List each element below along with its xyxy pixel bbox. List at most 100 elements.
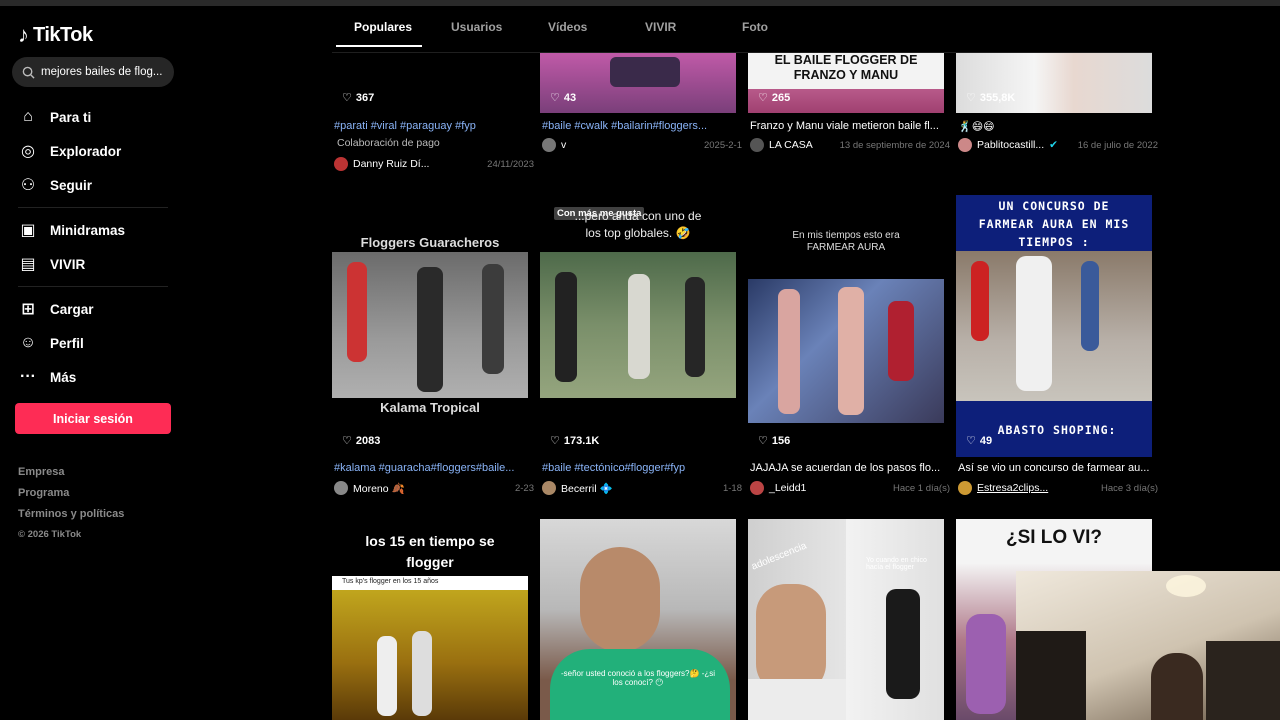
nav-explore[interactable]: ◎ Explorador [18, 134, 168, 168]
video-author[interactable]: _Leidd1 Hace 1 día(s) [750, 481, 950, 495]
video-author[interactable]: Moreno 🍂 2-23 [334, 481, 534, 495]
tab-live[interactable]: VIVIR [623, 20, 720, 52]
thumbnail-overlay-text: Floggers Guaracheros [360, 235, 500, 250]
video-card[interactable]: los 15 en tiempo se flogger Tus kp's flo… [332, 519, 528, 720]
video-card[interactable]: Floggers Guaracheros Kalama Tropical ♡ 20… [332, 195, 534, 495]
avatar [750, 481, 764, 495]
footer-copyright: © 2026 TikTok [18, 529, 82, 540]
tab-popular[interactable]: Populares [332, 20, 429, 52]
video-card[interactable]: ♡ 355,8K 🕺😄😄 Pablitocastill... ✔ 16 de ju… [956, 53, 1158, 153]
heart-icon: ♡ [966, 92, 976, 104]
video-caption[interactable]: #baile #cwalk #bailarin#floggers... [542, 120, 742, 132]
footer-terms-link[interactable]: Términos y políticas [18, 508, 124, 529]
film-icon: ▣ [20, 222, 36, 239]
thumbnail-overlay-text: Tus kp's flogger en los 15 años [332, 576, 528, 590]
login-button[interactable]: Iniciar sesión [15, 403, 171, 434]
footer-program-link[interactable]: Programa [18, 487, 124, 508]
heart-icon: ♡ [342, 92, 352, 104]
thumbnail-overlay-text: UN CONCURSO DE FARMEAR AURA EN MIS TIEMP… [978, 199, 1130, 249]
nav-minidramas[interactable]: ▣ Minidramas [18, 213, 168, 247]
video-thumbnail[interactable]: UN CONCURSO DE FARMEAR AURA EN MIS TIEMP… [956, 195, 1152, 457]
video-caption[interactable]: #parati #viral #paraguay #fyp [334, 120, 534, 132]
video-thumbnail[interactable]: Con más me gusta ...pero anda con uno de… [540, 195, 736, 457]
heart-icon: ♡ [342, 435, 352, 447]
video-card[interactable]: ♡ 43 #baile #cwalk #bailarin#floggers... … [540, 53, 742, 153]
search-icon [22, 66, 35, 79]
video-author[interactable]: v 2025-2-1 [542, 138, 742, 152]
video-date: Hace 3 día(s) [1100, 482, 1158, 494]
video-thumbnail[interactable]: adolescencia Yo cuando en chico hacía el… [748, 519, 944, 720]
video-author[interactable]: Estresa2clips... Hace 3 día(s) [958, 481, 1158, 495]
avatar [542, 481, 556, 495]
video-card[interactable]: En mis tiempos esto era FARMEAR AURA ♡ 15… [748, 195, 950, 495]
video-thumbnail[interactable] [540, 53, 736, 113]
tab-users[interactable]: Usuarios [429, 20, 526, 52]
like-count: ♡ 49 [966, 434, 993, 448]
video-card[interactable]: UN CONCURSO DE FARMEAR AURA EN MIS TIEMP… [956, 195, 1158, 495]
tiktok-logo[interactable]: ♪ TikTok [18, 22, 93, 48]
heart-icon: ♡ [550, 435, 560, 447]
like-count: ♡ 173.1K [550, 434, 600, 448]
video-caption[interactable]: JAJAJA se acuerdan de los pasos flo... [750, 462, 950, 474]
video-card[interactable]: Con más me gusta ...pero anda con uno de… [540, 195, 742, 495]
thumbnail-overlay-text: ...pero anda con uno de los top globales… [574, 209, 702, 240]
nav-label: Minidramas [50, 222, 126, 238]
nav-profile[interactable]: ☺ Perfil [18, 326, 168, 360]
browser-top-strip [0, 0, 1280, 6]
video-thumbnail[interactable]: -señor usted conoció a los floggers?🤔 -¿… [540, 519, 736, 720]
avatar [542, 138, 556, 152]
video-thumbnail[interactable]: Floggers Guaracheros Kalama Tropical [332, 195, 528, 457]
nav-label: Para ti [50, 109, 92, 125]
footer-company-link[interactable]: Empresa [18, 466, 124, 487]
video-card[interactable]: -señor usted conoció a los floggers?🤔 -¿… [540, 519, 736, 720]
nav-live[interactable]: ▤ VIVIR [18, 247, 168, 281]
video-card[interactable]: EL BAILE FLOGGER DE FRANZO Y MANU ♡ 265 F… [748, 53, 950, 153]
nav-for-you[interactable]: ⌂ Para ti [18, 100, 168, 134]
video-thumbnail[interactable] [332, 53, 528, 113]
video-caption[interactable]: 🕺😄😄 [958, 120, 1158, 133]
more-icon: ··· [20, 368, 36, 385]
nav-label: Seguir [50, 177, 93, 193]
video-author[interactable]: Danny Ruiz Dí... 24/11/2023 [334, 157, 534, 171]
tab-videos[interactable]: Vídeos [526, 20, 623, 52]
video-card[interactable]: adolescencia Yo cuando en chico hacía el… [748, 519, 944, 720]
main-nav: ⌂ Para ti ◎ Explorador ⚇ Seguir ▣ Minidr… [18, 100, 168, 394]
heart-icon: ♡ [550, 92, 560, 104]
video-date: 2025-2-1 [703, 139, 742, 151]
video-thumbnail[interactable]: los 15 en tiempo se flogger Tus kp's flo… [332, 519, 528, 720]
video-thumbnail[interactable]: EL BAILE FLOGGER DE FRANZO Y MANU [748, 53, 944, 113]
compass-icon: ◎ [21, 143, 35, 160]
video-thumbnail[interactable] [956, 53, 1152, 113]
heart-icon: ♡ [758, 92, 768, 104]
search-box[interactable] [12, 57, 174, 87]
like-count: ♡ 2083 [342, 434, 381, 448]
video-caption[interactable]: Franzo y Manu viale metieron baile fl... [750, 120, 950, 132]
nav-divider [18, 207, 168, 208]
avatar [958, 481, 972, 495]
search-input[interactable] [41, 66, 165, 78]
nav-upload[interactable]: ⊞ Cargar [18, 292, 168, 326]
video-date: 2-23 [514, 482, 534, 494]
heart-icon: ♡ [966, 435, 976, 447]
video-caption[interactable]: #baile #tectónico#flogger#fyp [542, 462, 742, 474]
avatar [334, 481, 348, 495]
tiktok-note-icon: ♪ [18, 22, 29, 47]
video-caption[interactable]: Así se vio un concurso de farmear au... [958, 462, 1158, 474]
video-card[interactable]: ♡ 367 #parati #viral #paraguay #fyp Colab… [332, 53, 534, 173]
thumbnail-overlay-text: Kalama Tropical [380, 400, 480, 415]
sidebar: ♪ TikTok ⌂ Para ti ◎ Explorador ⚇ Seguir… [0, 6, 190, 720]
video-author[interactable]: Pablitocastill... ✔ 16 de julio de 2022 [958, 138, 1158, 152]
avatar [958, 138, 972, 152]
nav-label: Cargar [50, 301, 94, 317]
video-author[interactable]: LA CASA 13 de septiembre de 2024 [750, 138, 950, 152]
plus-square-icon: ⊞ [21, 301, 35, 318]
video-author[interactable]: Becerril 💠 1-18 [542, 481, 742, 495]
tab-photo[interactable]: Foto [720, 20, 817, 52]
logo-text: TikTok [33, 23, 93, 46]
nav-following[interactable]: ⚇ Seguir [18, 168, 168, 202]
thumbnail-overlay-text: Yo cuando en chico hacía el flogger [866, 557, 927, 571]
nav-more[interactable]: ··· Más [18, 360, 168, 394]
video-caption[interactable]: #kalama #guaracha#floggers#baile... [334, 462, 534, 474]
video-thumbnail[interactable]: En mis tiempos esto era FARMEAR AURA [748, 195, 944, 457]
avatar [750, 138, 764, 152]
